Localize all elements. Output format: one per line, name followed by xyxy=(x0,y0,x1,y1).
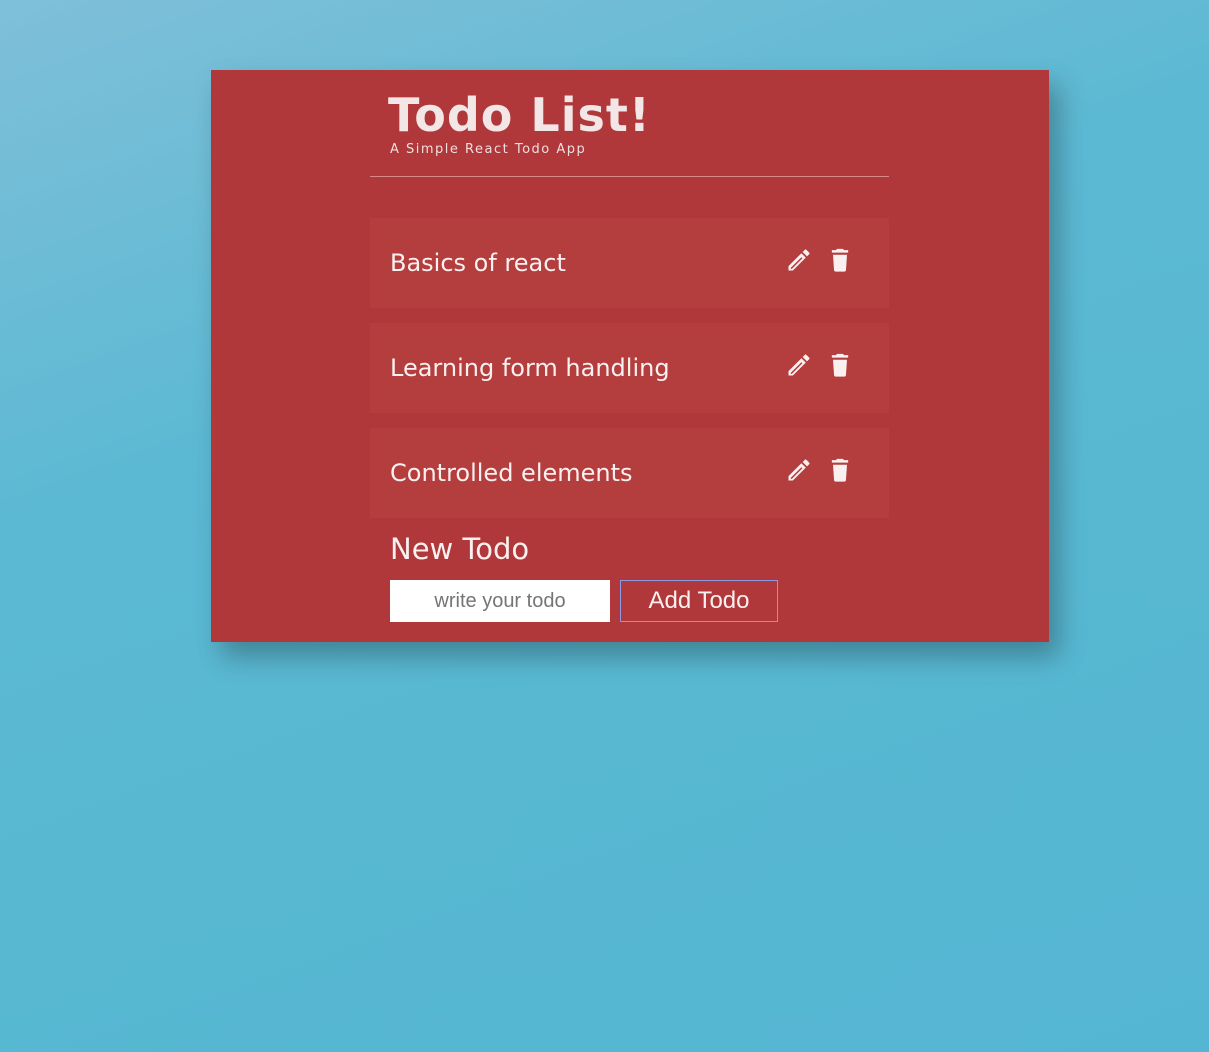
todo-item-text: Basics of react xyxy=(390,249,566,277)
header-divider xyxy=(370,176,889,177)
trash-icon[interactable] xyxy=(826,246,854,274)
todo-item-text: Controlled elements xyxy=(390,459,633,487)
todo-item: Controlled elements xyxy=(370,428,889,518)
page-title: Todo List! xyxy=(388,88,651,142)
todo-item-text: Learning form handling xyxy=(390,354,670,382)
todo-app-card: Todo List! A Simple React Todo App Basic… xyxy=(211,70,1049,642)
add-todo-button[interactable]: Add Todo xyxy=(620,580,778,622)
trash-icon[interactable] xyxy=(826,456,854,484)
new-todo-label: New Todo xyxy=(390,532,530,566)
page-subtitle: A Simple React Todo App xyxy=(390,142,587,157)
todo-item: Basics of react xyxy=(370,218,889,308)
new-todo-input[interactable] xyxy=(390,580,610,622)
pencil-icon[interactable] xyxy=(785,246,813,274)
todo-item: Learning form handling xyxy=(370,323,889,413)
pencil-icon[interactable] xyxy=(785,456,813,484)
pencil-icon[interactable] xyxy=(785,351,813,379)
trash-icon[interactable] xyxy=(826,351,854,379)
